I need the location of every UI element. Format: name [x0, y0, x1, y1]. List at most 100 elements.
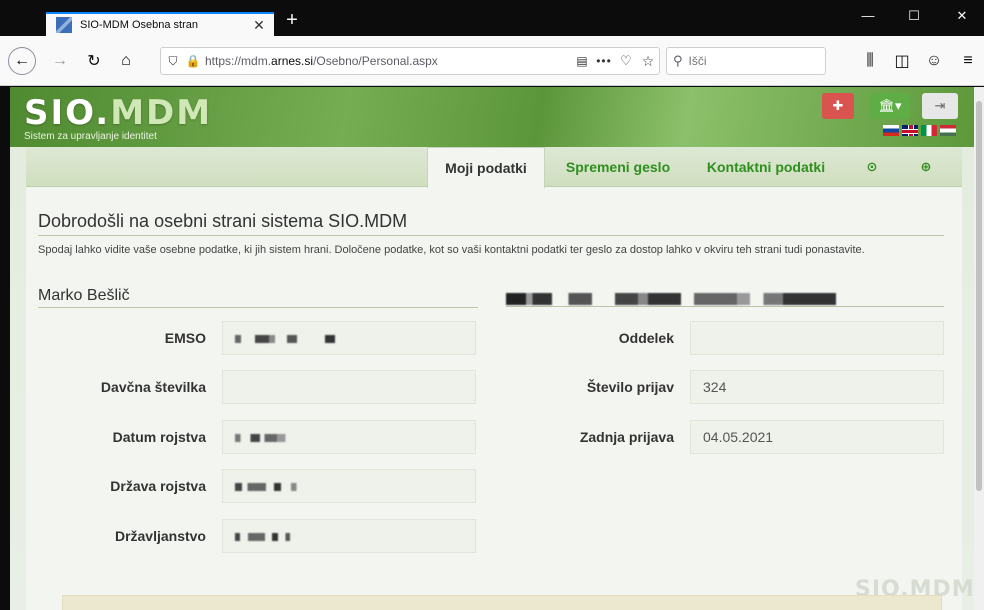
scrollbar-thumb[interactable]	[976, 101, 982, 491]
tab-help[interactable]: ⊕	[909, 147, 943, 187]
field-label: EMSO	[164, 330, 206, 346]
home-icon: ⌂	[121, 52, 131, 69]
bookmark-star-icon[interactable]: ☆	[637, 53, 659, 70]
close-window-button[interactable]: ✕	[950, 8, 974, 24]
field-row-zadnja-prijava: Zadnja prijava 04.05.2021	[496, 420, 956, 454]
search-input[interactable]	[688, 54, 809, 68]
reader-view-icon[interactable]: ▤	[571, 54, 593, 68]
site-favicon-icon	[56, 17, 72, 33]
field-value	[222, 420, 476, 454]
pocket-icon[interactable]: ♡	[615, 53, 637, 69]
section-tabs: Moji podatki Spremeni geslo Kontaktni po…	[26, 147, 962, 188]
field-value	[222, 321, 476, 355]
history-icon: ⊙	[866, 159, 878, 174]
arrow-left-icon: ←	[14, 52, 30, 69]
hamburger-menu-icon: ≡	[963, 52, 973, 69]
redacted-value	[235, 434, 305, 443]
browser-tab[interactable]: SIO-MDM Osebna stran ✕	[46, 12, 274, 36]
institution-icon: 🏛▾	[878, 98, 902, 113]
lock-icon[interactable]: 🔒	[185, 54, 201, 68]
ambulance-icon: ✚	[832, 98, 844, 113]
support-button[interactable]: ✚	[822, 93, 854, 119]
logout-button[interactable]: ⇥	[922, 93, 958, 119]
home-button[interactable]: ⌂	[114, 49, 138, 73]
site-logo[interactable]: SIO.MDM	[24, 93, 212, 133]
site-tagline: Sistem za upravljanje identitet	[24, 131, 157, 142]
tab-spremeni-geslo[interactable]: Spremeni geslo	[551, 147, 685, 187]
help-icon: ⊕	[920, 159, 932, 174]
url-text[interactable]: https://mdm.arnes.si/Osebno/Personal.asp…	[205, 54, 571, 68]
maximize-window-button[interactable]: ☐	[902, 8, 926, 24]
sidebar-button[interactable]: ◫	[890, 49, 914, 73]
browser-titlebar: SIO-MDM Osebna stran ✕ + — ☐ ✕	[0, 0, 984, 36]
arrow-right-icon: →	[52, 52, 68, 69]
logo-accent-text: MDM	[110, 93, 213, 133]
account-button[interactable]: ☺	[922, 49, 946, 73]
tab-history[interactable]: ⊙	[855, 147, 889, 187]
institution-menu-button[interactable]: 🏛▾	[870, 93, 910, 119]
field-row-davcna: Davčna številka	[26, 370, 486, 404]
field-row-oddelek: Oddelek	[496, 321, 956, 355]
field-row-emso: EMSO	[26, 321, 486, 355]
browser-navbar: ← → ↻ ⌂ ⛉ 🔒 https://mdm.arnes.si/Osebno/…	[0, 36, 984, 86]
field-value	[222, 519, 476, 553]
search-icon: ⚲	[673, 53, 683, 68]
slovenian-flag-icon[interactable]	[883, 125, 899, 136]
hungarian-flag-icon[interactable]	[940, 125, 956, 136]
browser-tab-title: SIO-MDM Osebna stran	[80, 19, 198, 31]
field-value: 04.05.2021	[690, 420, 944, 454]
field-value: 324	[690, 370, 944, 404]
reload-button[interactable]: ↻	[82, 49, 106, 73]
person-name-heading: Marko Bešlič	[38, 287, 478, 308]
tracking-shield-icon[interactable]: ⛉	[161, 54, 185, 69]
logout-icon: ⇥	[934, 98, 946, 113]
field-label: Davčna številka	[100, 379, 206, 395]
field-value	[222, 469, 476, 503]
institution-heading	[506, 293, 944, 307]
tab-kontaktni-podatki[interactable]: Kontaktni podatki	[691, 147, 841, 187]
field-row-stevilo-prijav: Število prijav 324	[496, 370, 956, 404]
sidebar-icon: ◫	[894, 53, 910, 70]
field-label: Število prijav	[586, 379, 674, 395]
field-row-drzava: Država rojstva	[26, 469, 486, 503]
field-label: Zadnja prijava	[579, 429, 674, 445]
logo-main-text: SIO.	[24, 93, 111, 133]
page-actions-icon[interactable]: •••	[593, 54, 615, 68]
page-scrollbar[interactable]	[974, 87, 984, 610]
field-label: Država rojstva	[110, 478, 206, 494]
intro-text: Spodaj lahko vidite vaše osebne podatke,…	[38, 244, 865, 256]
back-button[interactable]: ←	[8, 47, 36, 75]
url-scheme: https://mdm.	[205, 54, 272, 68]
field-row-drzavljanstvo: Državljanstvo	[26, 519, 486, 553]
notice-box	[62, 595, 942, 610]
site-header: SIO.MDM Sistem za upravljanje identitet …	[10, 87, 974, 147]
menu-button[interactable]: ≡	[956, 49, 980, 73]
field-row-datum: Datum rojstva	[26, 420, 486, 454]
language-selector	[883, 125, 956, 136]
page-title: Dobrodošli na osebni strani sistema SIO.…	[38, 211, 944, 236]
url-path: /Osebno/Personal.aspx	[313, 54, 438, 68]
account-icon: ☺	[925, 52, 943, 69]
english-flag-icon[interactable]	[902, 125, 918, 136]
field-label: Datum rojstva	[112, 429, 206, 445]
new-tab-button[interactable]: +	[280, 8, 304, 32]
field-value	[222, 370, 476, 404]
redacted-value	[235, 533, 295, 542]
url-host: arnes.si	[271, 54, 314, 68]
page-viewport: SIO.MDM Sistem za upravljanje identitet …	[10, 87, 974, 610]
redacted-value	[235, 483, 305, 492]
forward-button[interactable]: →	[48, 49, 72, 73]
library-button[interactable]: ⫼	[858, 49, 882, 73]
field-value	[690, 321, 944, 355]
tab-moji-podatki[interactable]: Moji podatki	[427, 147, 545, 188]
content-panel: Moji podatki Spremeni geslo Kontaktni po…	[26, 147, 962, 610]
italian-flag-icon[interactable]	[921, 125, 937, 136]
url-bar[interactable]: ⛉ 🔒 https://mdm.arnes.si/Osebno/Personal…	[160, 47, 660, 75]
redacted-value	[235, 335, 335, 344]
minimize-window-button[interactable]: —	[856, 8, 880, 23]
field-label: Oddelek	[618, 330, 674, 346]
close-tab-icon[interactable]: ✕	[250, 17, 268, 34]
library-icon: ⫼	[866, 52, 874, 69]
redacted-institution	[506, 293, 836, 305]
search-bar[interactable]: ⚲	[666, 47, 826, 75]
